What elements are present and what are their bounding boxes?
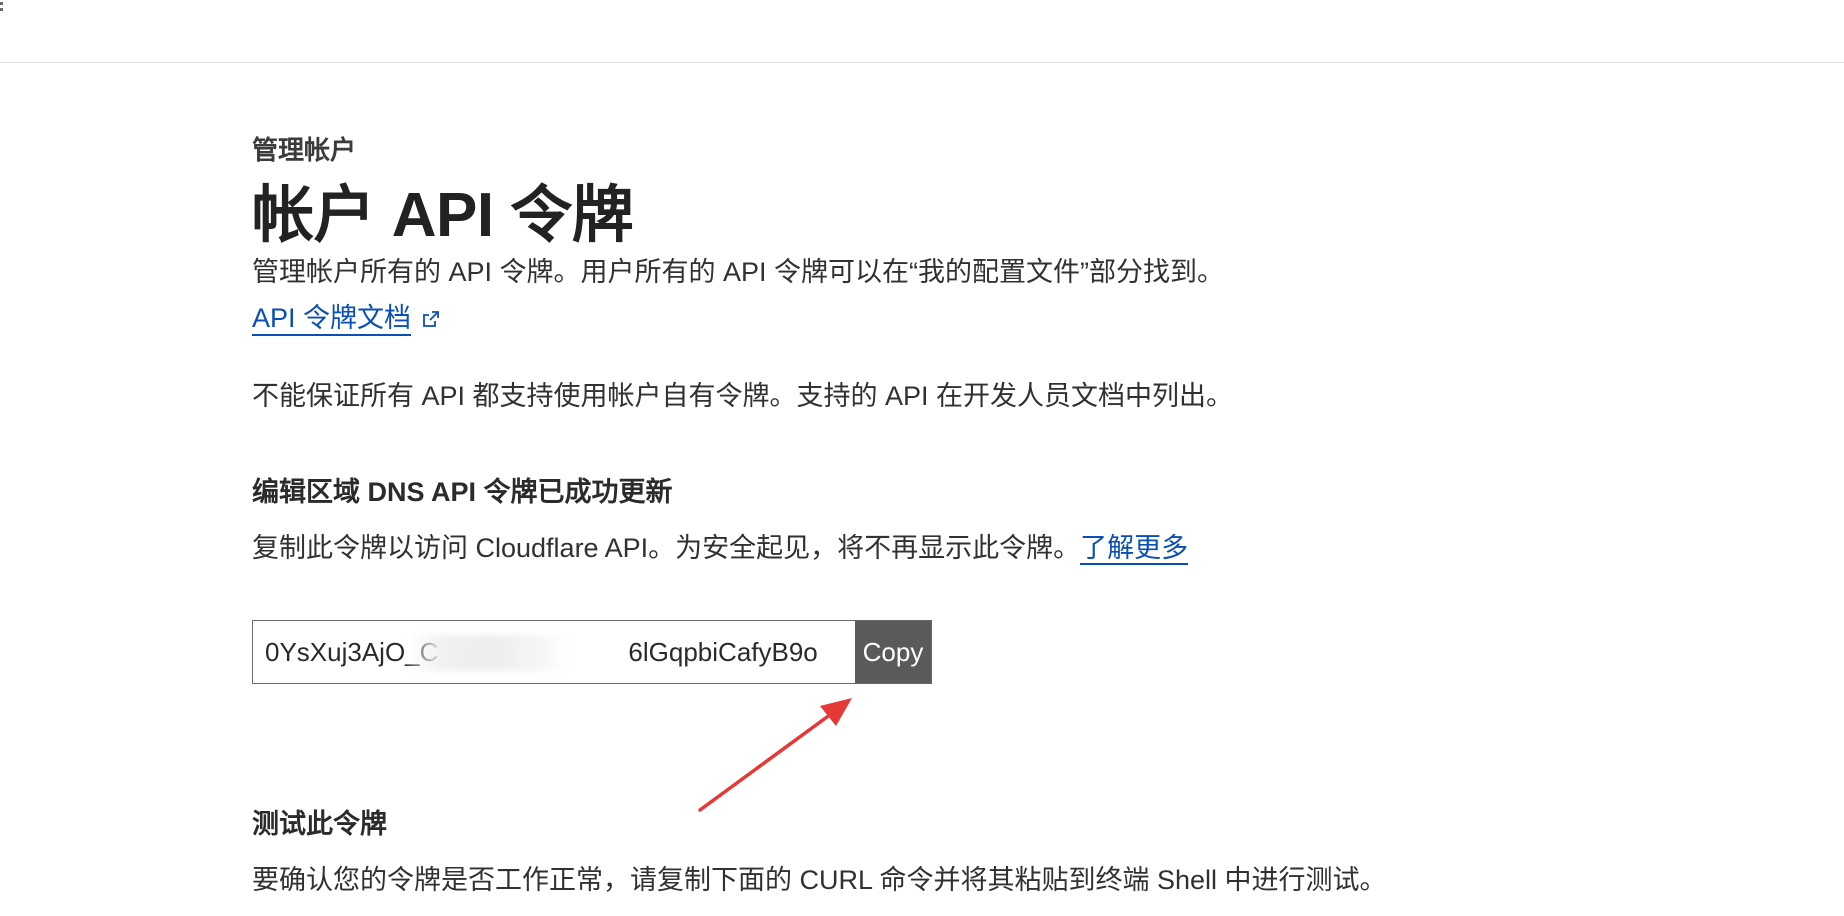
copy-token-hint-text: 复制此令牌以访问 Cloudflare API。为安全起见，将不再显示此令牌。 (252, 533, 1081, 563)
api-token-docs-link[interactable]: API 令牌文档 (252, 302, 441, 336)
learn-more-link[interactable]: 了解更多 (1080, 533, 1189, 565)
page-eyebrow: 管理帐户 (252, 135, 357, 165)
token-value[interactable]: 0YsXuj3AjO_C 6lGqpbiCafyB9o (253, 621, 855, 683)
api-token-docs-link-label[interactable]: API 令牌文档 (252, 302, 412, 336)
copy-token-hint: 复制此令牌以访问 Cloudflare API。为安全起见，将不再显示此令牌。了… (252, 526, 1189, 565)
token-display-field: 0YsXuj3AjO_C 6lGqpbiCafyB9o Copy (252, 620, 932, 684)
token-redaction-blur (408, 635, 568, 671)
api-support-notice: 不能保证所有 API 都支持使用帐户自有令牌。支持的 API 在开发人员文档中列… (252, 381, 1234, 411)
page-title: 帐户 API 令牌 (252, 181, 634, 250)
external-link-icon (423, 311, 439, 327)
copy-button[interactable]: Copy (855, 621, 931, 683)
token-suffix: 6lGqpbiCafyB9o (628, 637, 818, 667)
test-token-description: 要确认您的令牌是否工作正常，请复制下面的 CURL 命令并将其粘贴到终端 She… (252, 865, 1387, 895)
test-token-heading: 测试此令牌 (252, 809, 387, 839)
page-description: 管理帐户所有的 API 令牌。用户所有的 API 令牌可以在“我的配置文件”部分… (252, 257, 1225, 287)
top-bar (0, 0, 1844, 63)
success-heading: 编辑区域 DNS API 令牌已成功更新 (252, 477, 673, 507)
menu-dots-icon[interactable] (0, 2, 3, 14)
